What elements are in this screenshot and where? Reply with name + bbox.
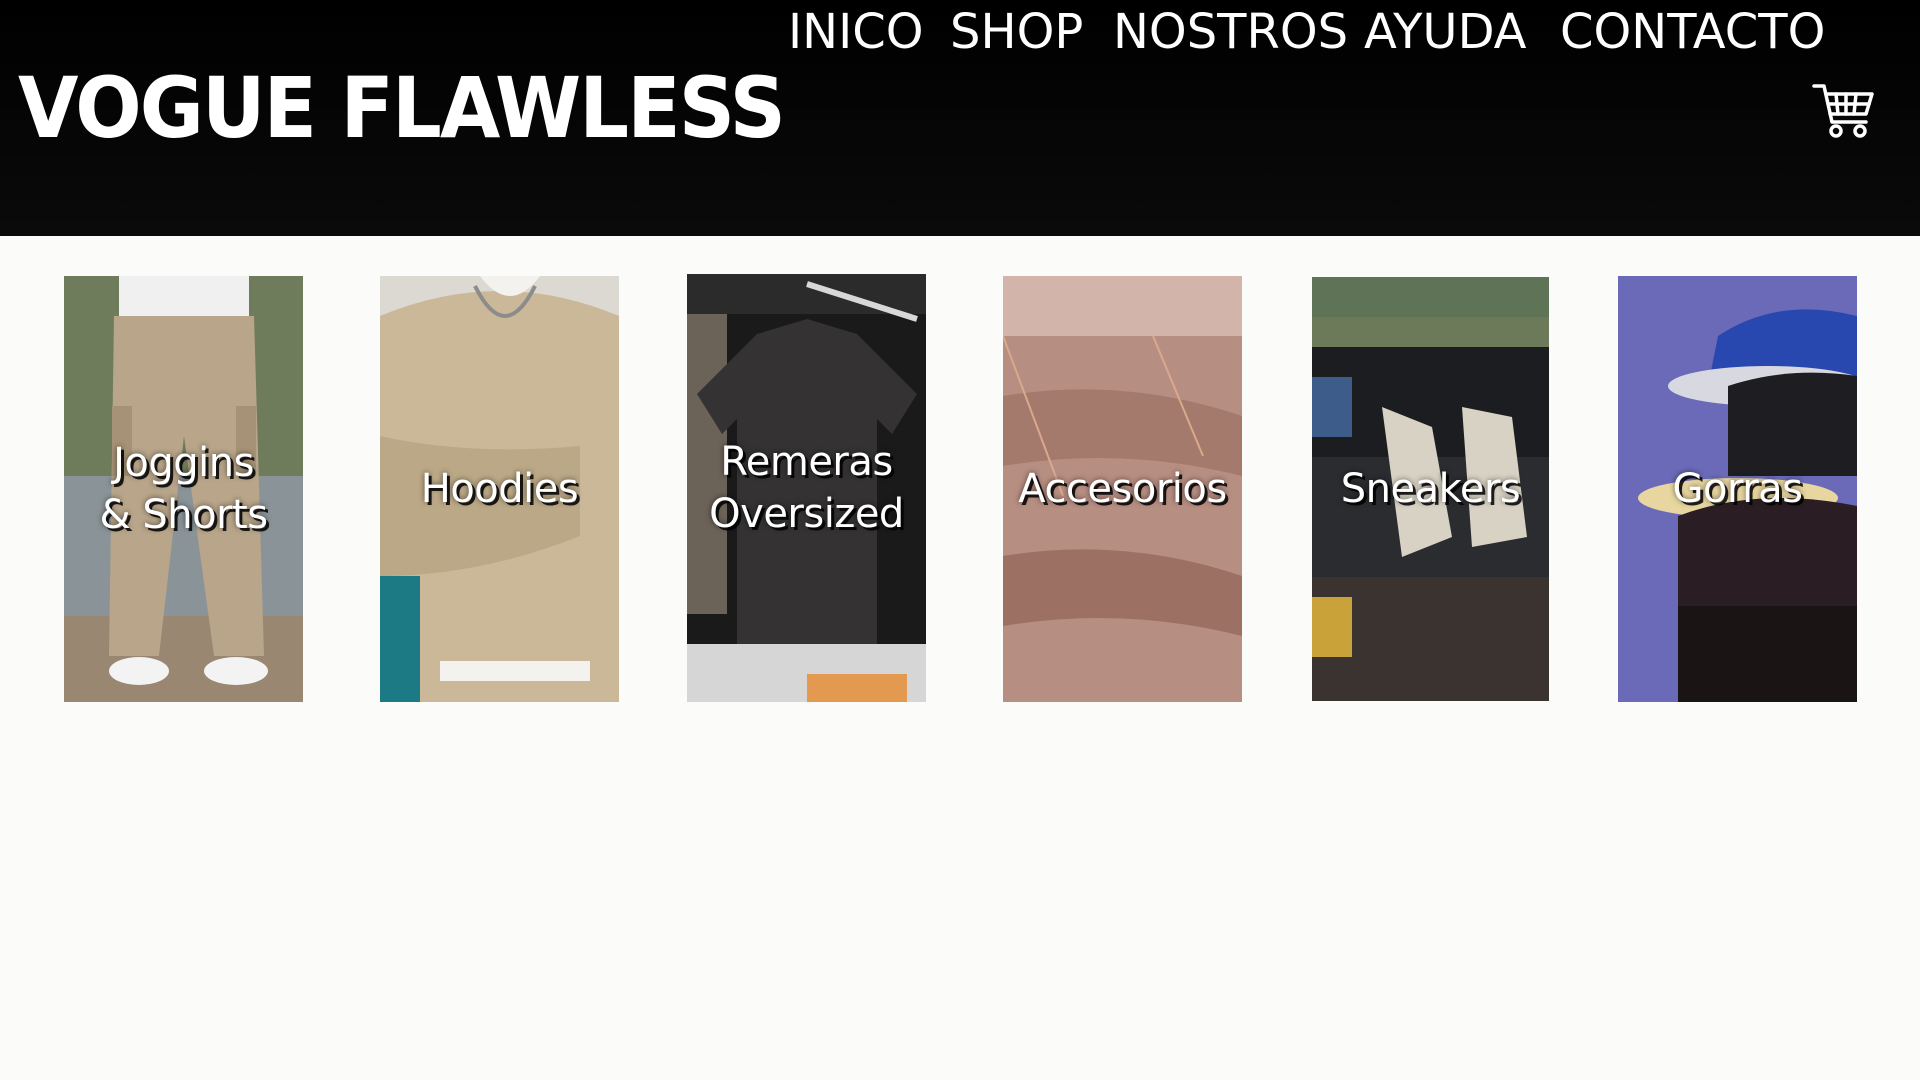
category-label: Remeras Oversized (709, 439, 904, 537)
site-header: VOGUE FLAWLESS INICO SHOP NOSTROS AYUDA … (0, 0, 1920, 236)
category-label: Hoodies (420, 466, 579, 512)
category-card-joggins-shorts[interactable]: Joggins & Shorts (64, 276, 303, 702)
category-label: Accesorios (1018, 466, 1227, 512)
category-label: Gorras (1672, 466, 1803, 512)
brand-logo[interactable]: VOGUE FLAWLESS (18, 58, 786, 158)
nav-link-inicio[interactable]: INICO (788, 0, 924, 64)
nav-link-ayuda[interactable]: AYUDA (1364, 0, 1527, 64)
category-card-accesorios[interactable]: Accesorios (1003, 276, 1242, 702)
category-card-hoodies[interactable]: Hoodies (380, 276, 619, 702)
category-card-gorras[interactable]: Gorras (1618, 276, 1857, 702)
nav-link-contacto[interactable]: CONTACTO (1560, 0, 1825, 64)
category-label: Joggins & Shorts (99, 440, 268, 538)
shopping-cart-icon[interactable] (1812, 78, 1876, 142)
category-label: Sneakers (1340, 466, 1521, 512)
category-card-remeras-oversized[interactable]: Remeras Oversized (687, 274, 926, 702)
nav-link-shop[interactable]: SHOP (950, 0, 1083, 64)
nav-link-nosotros[interactable]: NOSTROS (1113, 0, 1348, 64)
category-card-sneakers[interactable]: Sneakers (1312, 277, 1549, 701)
